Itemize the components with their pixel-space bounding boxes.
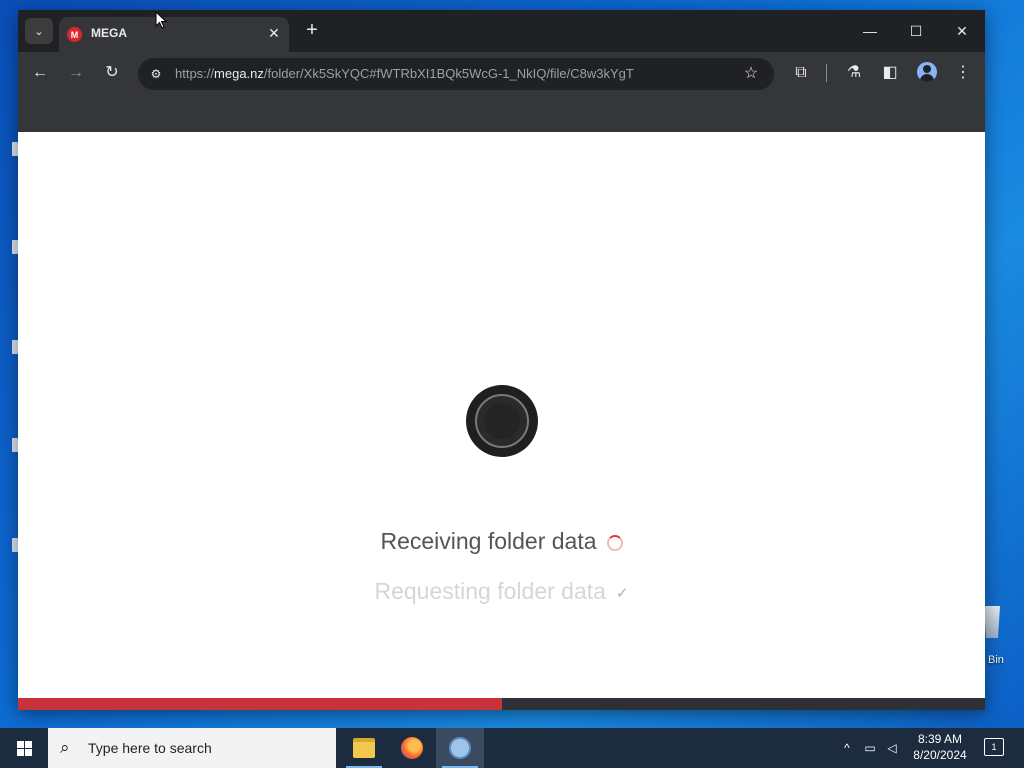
- bookmark-star-icon[interactable]: ☆: [740, 63, 762, 85]
- notification-center-icon[interactable]: 1: [984, 738, 1004, 756]
- status-requesting-text: Requesting folder data: [374, 578, 606, 604]
- extensions-icon[interactable]: ⧉: [788, 61, 814, 85]
- browser-toolbar: ← → ↻ ⚙ https://mega.nz/folder/Xk5SkYQC#…: [18, 52, 985, 94]
- clock-time: 8:39 AM: [917, 732, 963, 746]
- status-receiving: Receiving folder data: [18, 528, 985, 555]
- forward-button[interactable]: →: [63, 61, 89, 85]
- mega-favicon-icon: M: [67, 27, 82, 42]
- menu-kebab-icon[interactable]: ⋮: [950, 61, 976, 85]
- checkmark-icon: ✓: [615, 584, 629, 602]
- volume-muted-icon[interactable]: ◁: [882, 728, 902, 768]
- firefox-button[interactable]: [388, 728, 436, 768]
- mega-loading-logo-icon: [466, 385, 538, 457]
- taskbar-search-box[interactable]: ⌕ Type here to search: [48, 728, 336, 768]
- start-button[interactable]: [0, 728, 48, 768]
- tab-close-icon[interactable]: ✕: [265, 23, 283, 43]
- system-clock[interactable]: 8:39 AM 8/20/2024: [900, 731, 980, 763]
- chrome-button[interactable]: [436, 728, 484, 768]
- clock-date: 8/20/2024: [913, 748, 967, 762]
- maximize-button[interactable]: ☐: [896, 18, 936, 44]
- back-button[interactable]: ←: [27, 61, 53, 85]
- profile-avatar-icon[interactable]: [917, 62, 937, 82]
- loading-spinner-icon: [606, 534, 623, 551]
- page-content: Receiving folder data Requesting folder …: [18, 132, 985, 698]
- chevron-down-icon: ⌄: [34, 25, 44, 38]
- url-scheme: https://: [175, 66, 215, 81]
- loading-progress-bar: [18, 698, 985, 710]
- browser-window: ⌄ M MEGA ✕ + — ☐ ✕ ← → ↻ ⚙ https://mega.…: [18, 10, 985, 710]
- new-tab-button[interactable]: +: [300, 19, 324, 43]
- address-bar[interactable]: ⚙ https://mega.nz/folder/Xk5SkYQC#fWTRbX…: [138, 58, 774, 90]
- toolbar-divider: [826, 64, 827, 82]
- bookmarks-bar: [18, 94, 985, 132]
- minimize-button[interactable]: —: [850, 18, 890, 44]
- search-placeholder: Type here to search: [88, 740, 212, 756]
- labs-flask-icon[interactable]: ⚗: [841, 61, 867, 85]
- network-icon[interactable]: ▭: [860, 728, 880, 768]
- side-panel-icon[interactable]: ◧: [877, 61, 903, 85]
- url-path: /folder/Xk5SkYQC#fWTRbXI1BQk5WcG-1_NkIQ/…: [263, 66, 634, 81]
- file-explorer-button[interactable]: [340, 728, 388, 768]
- folder-icon: [353, 738, 375, 758]
- reload-button[interactable]: ↻: [99, 61, 125, 85]
- firefox-icon: [401, 737, 423, 759]
- chrome-icon: [449, 737, 471, 759]
- mouse-cursor-icon: [155, 11, 167, 29]
- tab-search-button[interactable]: ⌄: [25, 18, 53, 44]
- status-requesting: Requesting folder data ✓: [18, 578, 985, 605]
- taskbar: ⌕ Type here to search ^ ▭ ◁ 8:39 AM 8/20…: [0, 728, 1024, 768]
- search-icon: ⌕: [60, 738, 70, 757]
- recycle-bin-label: Bin: [988, 654, 1004, 666]
- tab-title: MEGA: [91, 26, 127, 40]
- url-host: mega.nz: [214, 66, 264, 81]
- close-window-button[interactable]: ✕: [942, 18, 982, 44]
- tab-mega[interactable]: M MEGA ✕: [59, 17, 289, 52]
- logo-core: [484, 403, 520, 439]
- site-info-icon[interactable]: ⚙: [146, 64, 166, 84]
- show-hidden-icons-button[interactable]: ^: [838, 728, 856, 768]
- url-text[interactable]: https://mega.nz/folder/Xk5SkYQC#fWTRbXI1…: [175, 66, 634, 81]
- loading-progress-fill: [18, 698, 502, 710]
- status-receiving-text: Receiving folder data: [380, 528, 597, 554]
- trash-icon: [984, 606, 1000, 638]
